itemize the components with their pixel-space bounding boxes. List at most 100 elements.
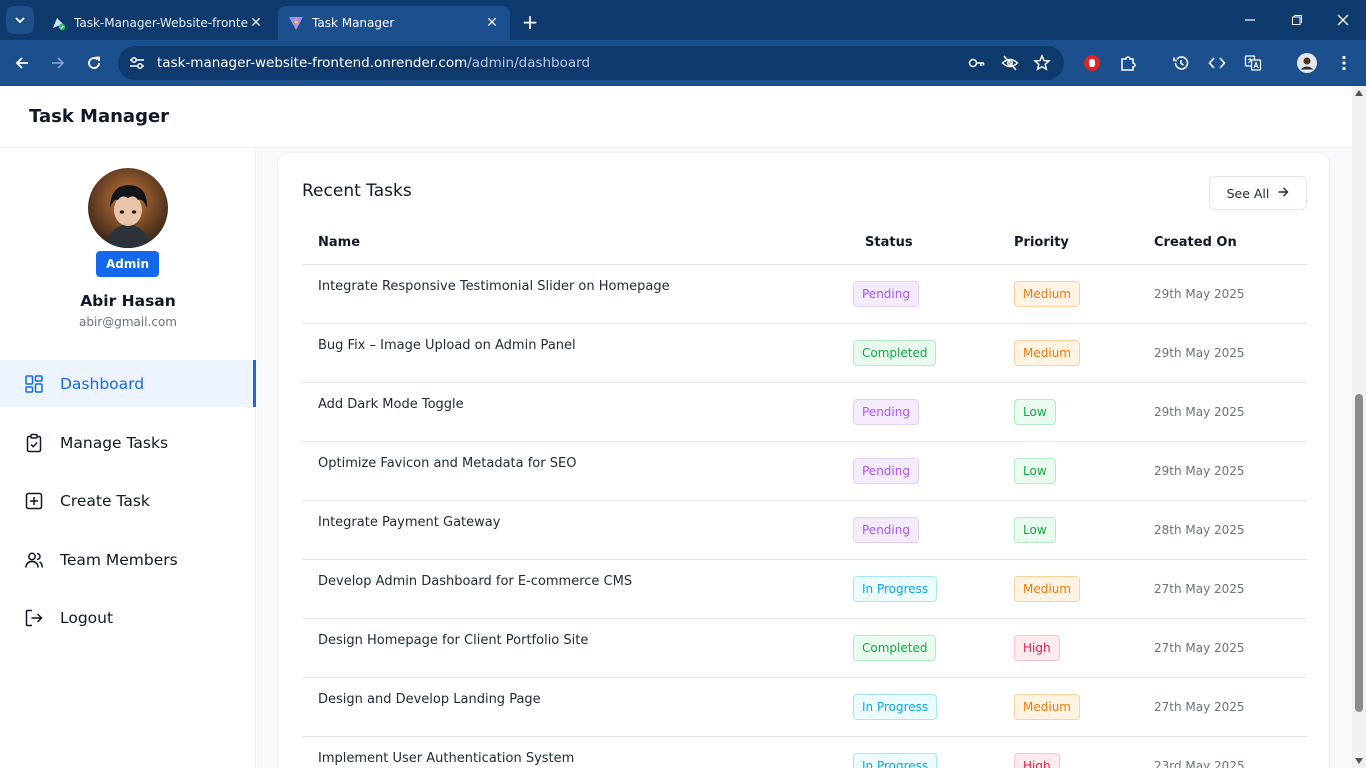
task-name: Develop Admin Dashboard for E-commerce C… [318, 574, 633, 589]
avatar-icon[interactable] [1295, 51, 1319, 75]
code-icon[interactable] [1205, 51, 1229, 75]
table-row[interactable]: Add Dark Mode Toggle Pending Low 29th Ma… [302, 383, 1307, 442]
sidebar-item-label: Logout [60, 608, 114, 627]
hand-icon[interactable] [1080, 51, 1104, 75]
priority-badge: High [1014, 753, 1060, 768]
kebab-menu-icon[interactable] [1332, 51, 1356, 75]
tab-search-button[interactable] [6, 6, 34, 34]
status-badge: In Progress [853, 753, 938, 768]
task-name: Add Dark Mode Toggle [318, 397, 464, 412]
table-row[interactable]: Implement User Authentication System In … [302, 737, 1307, 768]
main-content: Recent Tasks See All Name Status Priorit… [257, 149, 1352, 768]
new-tab-icon[interactable]: + [518, 10, 542, 34]
plus-square-icon [24, 491, 44, 511]
back-arrow-icon[interactable] [10, 51, 34, 75]
sidebar-item-team-members[interactable]: Team Members [0, 536, 256, 583]
created-date: 23rd May 2025 [1154, 759, 1245, 768]
url-host: task-manager-website-frontend.onrender.c… [157, 55, 468, 71]
clipboard-check-icon [24, 433, 44, 453]
sidebar-item-dashboard[interactable]: Dashboard [0, 360, 256, 407]
scroll-up-arrow-icon[interactable] [1355, 90, 1363, 96]
priority-badge: Low [1014, 517, 1056, 543]
priority-badge: Medium [1014, 694, 1080, 720]
status-badge: In Progress [853, 694, 938, 720]
key-icon[interactable] [968, 54, 986, 72]
table-row[interactable]: Develop Admin Dashboard for E-commerce C… [302, 560, 1307, 619]
card-title: Recent Tasks [302, 181, 412, 201]
app-header: Task Manager [0, 86, 1352, 148]
column-header-status: Status [865, 235, 913, 250]
table-row[interactable]: Design and Develop Landing Page In Progr… [302, 678, 1307, 737]
forward-arrow-icon[interactable] [46, 51, 70, 75]
translate-icon[interactable] [1241, 51, 1265, 75]
status-badge: Pending [853, 458, 919, 484]
dashboard-grid-icon [24, 374, 44, 394]
table-row[interactable]: Design Homepage for Client Portfolio Sit… [302, 619, 1307, 678]
browser-toolbar: task-manager-website-frontend.onrender.c… [0, 40, 1366, 86]
sidebar: Admin Abir Hasan abir@gmail.com Dashboar… [0, 149, 256, 768]
task-name: Integrate Responsive Testimonial Slider … [318, 279, 670, 294]
url-text[interactable]: task-manager-website-frontend.onrender.c… [157, 55, 590, 71]
task-name: Design and Develop Landing Page [318, 692, 541, 707]
reload-icon[interactable] [82, 51, 106, 75]
sidebar-item-create-task[interactable]: Create Task [0, 477, 256, 524]
priority-badge: Low [1014, 399, 1056, 425]
priority-badge: High [1014, 635, 1060, 661]
table-row[interactable]: Optimize Favicon and Metadata for SEO Pe… [302, 442, 1307, 501]
created-date: 29th May 2025 [1154, 346, 1245, 360]
priority-badge: Low [1014, 458, 1056, 484]
arrow-right-icon [1277, 186, 1289, 201]
browser-tab-inactive[interactable]: Task-Manager-Website-fronten ✕ [40, 6, 274, 40]
task-name: Optimize Favicon and Metadata for SEO [318, 456, 577, 471]
restore-icon[interactable] [1285, 8, 1309, 32]
user-name: Abir Hasan [80, 292, 176, 310]
sidebar-item-label: Create Task [60, 491, 150, 510]
url-path: /admin/dashboard [467, 55, 591, 71]
sidebar-item-label: Dashboard [60, 374, 145, 393]
window-close-icon[interactable] [1331, 8, 1355, 32]
minimize-icon[interactable] [1238, 8, 1262, 32]
sidebar-item-logout[interactable]: Logout [0, 594, 256, 641]
history-icon[interactable] [1169, 51, 1193, 75]
priority-badge: Medium [1014, 576, 1080, 602]
sidebar-item-manage-tasks[interactable]: Manage Tasks [0, 419, 256, 466]
browser-tab-active[interactable]: Task Manager ✕ [278, 6, 510, 40]
tab-close-icon[interactable]: ✕ [484, 15, 500, 31]
table-row[interactable]: Integrate Responsive Testimonial Slider … [302, 265, 1307, 324]
eye-off-icon[interactable] [1001, 54, 1019, 72]
logout-icon [24, 608, 44, 628]
tab-title: Task Manager [312, 16, 395, 30]
tune-icon[interactable] [128, 54, 146, 76]
priority-badge: Medium [1014, 340, 1080, 366]
tab-close-icon[interactable]: ✕ [248, 15, 264, 31]
star-icon[interactable] [1033, 53, 1051, 72]
column-header-created: Created On [1154, 235, 1237, 250]
chevron-down-icon [14, 11, 26, 30]
created-date: 27th May 2025 [1154, 582, 1245, 596]
created-date: 27th May 2025 [1154, 641, 1245, 655]
status-badge: Completed [853, 340, 937, 366]
address-bar[interactable]: task-manager-website-frontend.onrender.c… [118, 46, 1064, 80]
status-badge: Pending [853, 399, 919, 425]
role-badge: Admin [96, 251, 159, 277]
created-date: 29th May 2025 [1154, 464, 1245, 478]
column-header-priority: Priority [1014, 235, 1069, 250]
status-badge: Completed [853, 635, 937, 661]
created-date: 27th May 2025 [1154, 700, 1245, 714]
scroll-thumb[interactable] [1355, 394, 1363, 712]
see-all-button[interactable]: See All [1209, 176, 1307, 210]
status-badge: In Progress [853, 576, 938, 602]
page-scrollbar[interactable] [1352, 86, 1366, 768]
created-date: 29th May 2025 [1154, 287, 1245, 301]
table-row[interactable]: Integrate Payment Gateway Pending Low 28… [302, 501, 1307, 560]
table-row[interactable]: Bug Fix – Image Upload on Admin Panel Co… [302, 324, 1307, 383]
app-brand: Task Manager [29, 106, 170, 127]
table-header: Name Status Priority Created On [302, 225, 1307, 265]
recent-tasks-card: Recent Tasks See All Name Status Priorit… [277, 152, 1330, 768]
scroll-down-arrow-icon[interactable] [1355, 758, 1363, 764]
column-header-name: Name [318, 235, 361, 250]
puzzle-icon[interactable] [1116, 51, 1140, 75]
browser-tabstrip: Task-Manager-Website-fronten ✕ Task Mana… [0, 0, 1366, 40]
created-date: 29th May 2025 [1154, 405, 1245, 419]
users-icon [24, 550, 44, 570]
